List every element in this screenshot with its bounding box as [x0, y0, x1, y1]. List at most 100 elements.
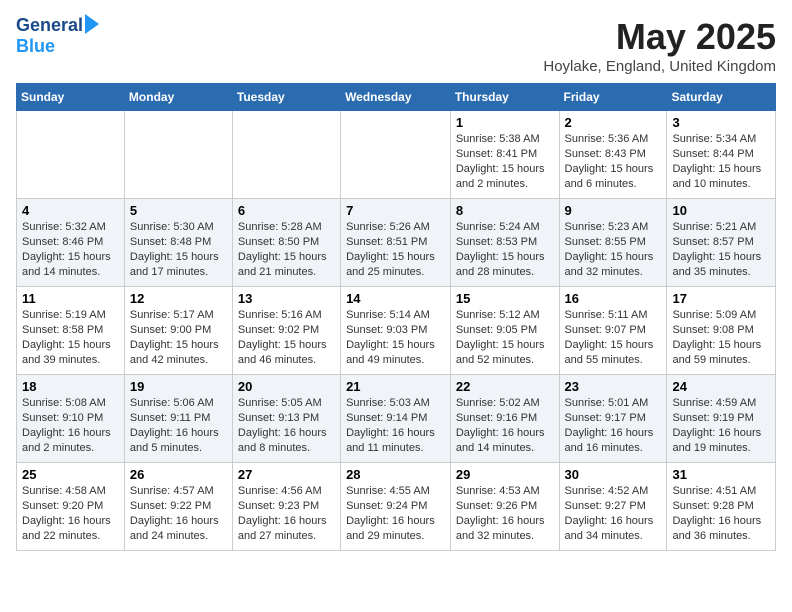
calendar-cell: 21Sunrise: 5:03 AM Sunset: 9:14 PM Dayli…: [341, 375, 451, 463]
day-content: Sunrise: 5:34 AM Sunset: 8:44 PM Dayligh…: [672, 132, 770, 191]
calendar-cell: 10Sunrise: 5:21 AM Sunset: 8:57 PM Dayli…: [667, 199, 776, 287]
title-block: May 2025 Hoylake, England, United Kingdo…: [543, 16, 776, 75]
day-number: 31: [672, 467, 770, 482]
location: Hoylake, England, United Kingdom: [543, 58, 776, 75]
calendar-cell: 3 Sunrise: 5:34 AM Sunset: 8:44 PM Daylig…: [667, 111, 776, 199]
logo-arrow-icon: [85, 14, 99, 34]
calendar-week-5: 25 Sunrise: 4:58 AM Sunset: 9:20 PM Dayli…: [17, 463, 776, 551]
logo-text: General: [16, 16, 83, 36]
day-content: Sunrise: 4:58 AM Sunset: 9:20 PM Dayligh…: [22, 484, 119, 543]
day-content: Sunrise: 5:26 AM Sunset: 8:51 PM Dayligh…: [346, 220, 445, 279]
calendar-cell: 20Sunrise: 5:05 AM Sunset: 9:13 PM Dayli…: [232, 375, 340, 463]
calendar-cell: [17, 111, 125, 199]
day-content: Sunrise: 5:21 AM Sunset: 8:57 PM Dayligh…: [672, 220, 770, 279]
day-number: 5: [130, 203, 227, 218]
weekday-header-saturday: Saturday: [667, 84, 776, 111]
calendar-cell: 17 Sunrise: 5:09 AM Sunset: 9:08 PM Dayli…: [667, 287, 776, 375]
day-number: 15: [456, 291, 554, 306]
calendar-week-1: 1Sunrise: 5:38 AM Sunset: 8:41 PM Daylig…: [17, 111, 776, 199]
calendar-cell: 22Sunrise: 5:02 AM Sunset: 9:16 PM Dayli…: [450, 375, 559, 463]
calendar-cell: 28 Sunrise: 4:55 AM Sunset: 9:24 PM Dayli…: [341, 463, 451, 551]
day-content: Sunrise: 4:53 AM Sunset: 9:26 PM Dayligh…: [456, 484, 554, 543]
day-number: 24: [672, 379, 770, 394]
day-content: Sunrise: 4:52 AM Sunset: 9:27 PM Dayligh…: [565, 484, 662, 543]
day-content: Sunrise: 5:06 AM Sunset: 9:11 PM Dayligh…: [130, 396, 227, 455]
logo: General Blue: [16, 16, 99, 57]
day-content: Sunrise: 5:09 AM Sunset: 9:08 PM Dayligh…: [672, 308, 770, 367]
day-number: 12: [130, 291, 227, 306]
day-content: Sunrise: 5:01 AM Sunset: 9:17 PM Dayligh…: [565, 396, 662, 455]
day-content: Sunrise: 5:28 AM Sunset: 8:50 PM Dayligh…: [238, 220, 335, 279]
day-content: Sunrise: 4:59 AM Sunset: 9:19 PM Dayligh…: [672, 396, 770, 455]
calendar-cell: 16 Sunrise: 5:11 AM Sunset: 9:07 PM Dayli…: [559, 287, 667, 375]
day-number: 14: [346, 291, 445, 306]
calendar-cell: 23 Sunrise: 5:01 AM Sunset: 9:17 PM Dayli…: [559, 375, 667, 463]
day-content: Sunrise: 5:11 AM Sunset: 9:07 PM Dayligh…: [565, 308, 662, 367]
calendar-week-3: 11Sunrise: 5:19 AM Sunset: 8:58 PM Dayli…: [17, 287, 776, 375]
day-content: Sunrise: 5:03 AM Sunset: 9:14 PM Dayligh…: [346, 396, 445, 455]
day-number: 9: [565, 203, 662, 218]
day-number: 8: [456, 203, 554, 218]
calendar-week-4: 18 Sunrise: 5:08 AM Sunset: 9:10 PM Dayli…: [17, 375, 776, 463]
calendar-cell: 30 Sunrise: 4:52 AM Sunset: 9:27 PM Dayli…: [559, 463, 667, 551]
calendar-cell: 9 Sunrise: 5:23 AM Sunset: 8:55 PM Daylig…: [559, 199, 667, 287]
calendar-cell: 24 Sunrise: 4:59 AM Sunset: 9:19 PM Dayli…: [667, 375, 776, 463]
day-number: 23: [565, 379, 662, 394]
weekday-header-tuesday: Tuesday: [232, 84, 340, 111]
day-number: 28: [346, 467, 445, 482]
calendar-cell: 14 Sunrise: 5:14 AM Sunset: 9:03 PM Dayli…: [341, 287, 451, 375]
day-number: 20: [238, 379, 335, 394]
calendar-cell: 7Sunrise: 5:26 AM Sunset: 8:51 PM Daylig…: [341, 199, 451, 287]
day-content: Sunrise: 5:36 AM Sunset: 8:43 PM Dayligh…: [565, 132, 662, 191]
day-number: 17: [672, 291, 770, 306]
day-number: 3: [672, 115, 770, 130]
calendar-cell: 27Sunrise: 4:56 AM Sunset: 9:23 PM Dayli…: [232, 463, 340, 551]
day-number: 27: [238, 467, 335, 482]
day-content: Sunrise: 5:08 AM Sunset: 9:10 PM Dayligh…: [22, 396, 119, 455]
calendar-cell: 15 Sunrise: 5:12 AM Sunset: 9:05 PM Dayli…: [450, 287, 559, 375]
weekday-header-monday: Monday: [124, 84, 232, 111]
calendar-cell: 8 Sunrise: 5:24 AM Sunset: 8:53 PM Daylig…: [450, 199, 559, 287]
day-content: Sunrise: 5:38 AM Sunset: 8:41 PM Dayligh…: [456, 132, 554, 191]
calendar-cell: 25 Sunrise: 4:58 AM Sunset: 9:20 PM Dayli…: [17, 463, 125, 551]
calendar-cell: 2 Sunrise: 5:36 AM Sunset: 8:43 PM Daylig…: [559, 111, 667, 199]
day-content: Sunrise: 5:14 AM Sunset: 9:03 PM Dayligh…: [346, 308, 445, 367]
logo-blue: Blue: [16, 36, 55, 57]
day-number: 19: [130, 379, 227, 394]
page-header: General Blue May 2025 Hoylake, England, …: [16, 16, 776, 75]
weekday-header-row: SundayMondayTuesdayWednesdayThursdayFrid…: [17, 84, 776, 111]
day-content: Sunrise: 5:16 AM Sunset: 9:02 PM Dayligh…: [238, 308, 335, 367]
day-number: 30: [565, 467, 662, 482]
weekday-header-wednesday: Wednesday: [341, 84, 451, 111]
day-content: Sunrise: 5:32 AM Sunset: 8:46 PM Dayligh…: [22, 220, 119, 279]
day-content: Sunrise: 4:57 AM Sunset: 9:22 PM Dayligh…: [130, 484, 227, 543]
day-number: 16: [565, 291, 662, 306]
weekday-header-friday: Friday: [559, 84, 667, 111]
calendar-cell: 26 Sunrise: 4:57 AM Sunset: 9:22 PM Dayli…: [124, 463, 232, 551]
calendar-cell: 12 Sunrise: 5:17 AM Sunset: 9:00 PM Dayli…: [124, 287, 232, 375]
day-number: 18: [22, 379, 119, 394]
day-number: 4: [22, 203, 119, 218]
day-content: Sunrise: 5:17 AM Sunset: 9:00 PM Dayligh…: [130, 308, 227, 367]
calendar-table: SundayMondayTuesdayWednesdayThursdayFrid…: [16, 83, 776, 551]
weekday-header-thursday: Thursday: [450, 84, 559, 111]
calendar-cell: 13Sunrise: 5:16 AM Sunset: 9:02 PM Dayli…: [232, 287, 340, 375]
day-number: 25: [22, 467, 119, 482]
calendar-cell: 4 Sunrise: 5:32 AM Sunset: 8:46 PM Daylig…: [17, 199, 125, 287]
calendar-cell: 19 Sunrise: 5:06 AM Sunset: 9:11 PM Dayli…: [124, 375, 232, 463]
calendar-cell: [341, 111, 451, 199]
day-number: 26: [130, 467, 227, 482]
calendar-cell: 11Sunrise: 5:19 AM Sunset: 8:58 PM Dayli…: [17, 287, 125, 375]
calendar-cell: [232, 111, 340, 199]
calendar-cell: [124, 111, 232, 199]
day-content: Sunrise: 4:51 AM Sunset: 9:28 PM Dayligh…: [672, 484, 770, 543]
day-number: 29: [456, 467, 554, 482]
day-number: 2: [565, 115, 662, 130]
calendar-cell: 1Sunrise: 5:38 AM Sunset: 8:41 PM Daylig…: [450, 111, 559, 199]
day-content: Sunrise: 5:12 AM Sunset: 9:05 PM Dayligh…: [456, 308, 554, 367]
calendar-cell: 5Sunrise: 5:30 AM Sunset: 8:48 PM Daylig…: [124, 199, 232, 287]
day-content: Sunrise: 5:23 AM Sunset: 8:55 PM Dayligh…: [565, 220, 662, 279]
day-content: Sunrise: 4:55 AM Sunset: 9:24 PM Dayligh…: [346, 484, 445, 543]
day-number: 6: [238, 203, 335, 218]
day-content: Sunrise: 5:24 AM Sunset: 8:53 PM Dayligh…: [456, 220, 554, 279]
